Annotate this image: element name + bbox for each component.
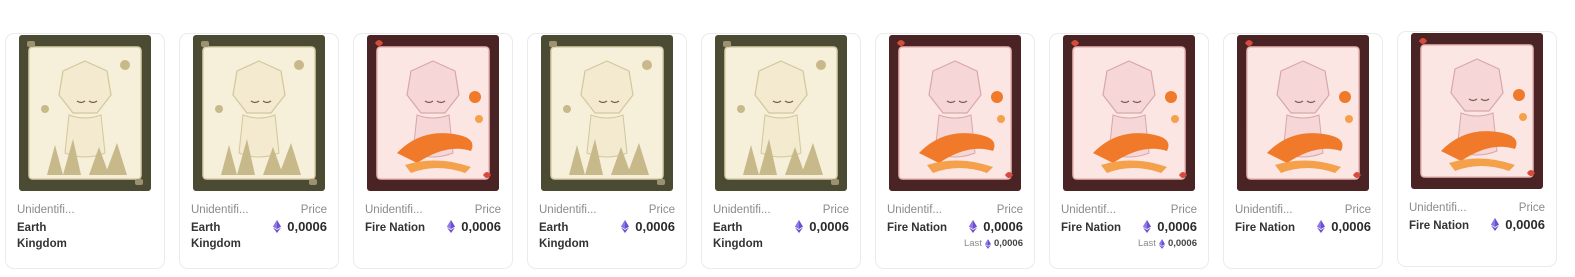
last-sale: Last 0,0006 (964, 238, 1023, 249)
price-value: 0,0006 (795, 219, 849, 234)
ethereum-icon (969, 220, 978, 233)
earth-card-art (19, 35, 151, 191)
card-image[interactable] (1063, 35, 1195, 191)
last-sale: Last 0,0006 (1138, 238, 1197, 249)
card-image[interactable] (715, 35, 847, 191)
price-value: 0,0006 (621, 219, 675, 234)
price-amount: 0,0006 (1505, 217, 1545, 232)
price-label: Price (300, 204, 327, 216)
card-title: Unidentifi... (1409, 202, 1467, 214)
ethereum-icon (795, 220, 804, 233)
card-title: Unidentif... (1061, 204, 1116, 216)
nation-label: Fire Nation (1061, 222, 1122, 234)
price-value: 0,0006 (273, 219, 327, 234)
fire-card-art (1237, 35, 1369, 191)
price-amount: 0,0006 (809, 219, 849, 234)
fire-card-art (889, 35, 1021, 191)
ethereum-icon (1317, 220, 1326, 233)
card-image[interactable] (541, 35, 673, 191)
nation-label: Earth Kingdom (713, 222, 763, 250)
nation-label: Fire Nation (1235, 222, 1296, 234)
last-label: Last (1137, 238, 1156, 249)
ethereum-icon (984, 238, 991, 249)
card-title: Unidentif... (887, 204, 942, 216)
price-amount: 0,0006 (983, 219, 1023, 234)
card-image[interactable] (19, 35, 151, 191)
card-title: Unidentifi... (191, 204, 249, 216)
nft-card[interactable]: Unidentif... Price Fire Nation 0,0006 Last 0,… (875, 33, 1035, 269)
ethereum-icon (447, 220, 456, 233)
last-sale-amount: 0,0006 (1167, 238, 1197, 249)
card-image[interactable] (1237, 35, 1369, 191)
ethereum-icon (1158, 238, 1165, 249)
ethereum-icon (1491, 218, 1500, 231)
earth-card-art (715, 35, 847, 191)
nft-card[interactable]: Unidentifi... Price Earth Kingdom 0,0006 (527, 33, 687, 269)
ethereum-icon (273, 220, 282, 233)
card-title: Unidentifi... (713, 204, 771, 216)
price-amount: 0,0006 (1331, 219, 1371, 234)
ethereum-icon (1143, 220, 1152, 233)
ethereum-icon (621, 220, 630, 233)
card-image[interactable] (889, 35, 1021, 191)
price-amount: 0,0006 (1157, 219, 1197, 234)
price-value: 0,0006 (1317, 219, 1371, 234)
nft-card[interactable]: Unidentifi... Price Fire Nation 0,0006 (1223, 33, 1383, 269)
card-image[interactable] (193, 35, 325, 191)
price-label: Price (474, 204, 501, 216)
nft-card[interactable]: Unidentifi... Price Fire Nation 0,0006 (353, 33, 513, 269)
last-label: Last (963, 238, 982, 249)
card-title: Unidentifi... (17, 204, 75, 216)
price-amount: 0,0006 (287, 219, 327, 234)
card-title: Unidentifi... (365, 204, 423, 216)
price-value: 0,0006 (447, 219, 501, 234)
last-sale-amount: 0,0006 (993, 238, 1023, 249)
nation-label: Fire Nation (365, 222, 426, 234)
nation-label: Fire Nation (1409, 220, 1470, 232)
fire-card-art (1063, 35, 1195, 191)
card-title: Unidentifi... (1235, 204, 1293, 216)
price-value: 0,0006 (1143, 219, 1197, 234)
earth-card-art (541, 35, 673, 191)
price-label: Price (996, 204, 1023, 216)
nation-label: Earth Kingdom (17, 222, 67, 250)
price-amount: 0,0006 (461, 219, 501, 234)
nation-label: Earth Kingdom (539, 222, 589, 250)
price-label: Price (1170, 204, 1197, 216)
nft-card[interactable]: Unidentifi... Price Earth Kingdom 0,0006 (701, 33, 861, 269)
nft-card[interactable]: Unidentifi... Price Fire Nation 0,0006 (1397, 31, 1557, 267)
price-amount: 0,0006 (635, 219, 675, 234)
nft-card[interactable]: Unidentifi... Earth Kingdom (5, 33, 165, 269)
nft-card[interactable]: Unidentifi... Price Earth Kingdom 0,0006 (179, 33, 339, 269)
price-label: Price (648, 204, 675, 216)
card-title: Unidentifi... (539, 204, 597, 216)
price-label: Price (1518, 202, 1545, 214)
fire-card-art (1411, 33, 1543, 189)
nft-card[interactable]: Unidentif... Price Fire Nation 0,0006 Last 0,… (1049, 33, 1209, 269)
fire-card-art (367, 35, 499, 191)
nft-card-row: Unidentifi... Earth Kingdom Unidentifi... P… (0, 0, 1575, 277)
price-value: 0,0006 (1491, 217, 1545, 232)
earth-card-art (193, 35, 325, 191)
price-label: Price (1344, 204, 1371, 216)
card-image[interactable] (367, 35, 499, 191)
card-image[interactable] (1411, 33, 1543, 189)
nation-label: Fire Nation (887, 222, 948, 234)
price-value: 0,0006 (969, 219, 1023, 234)
nation-label: Earth Kingdom (191, 222, 241, 250)
price-label: Price (822, 204, 849, 216)
